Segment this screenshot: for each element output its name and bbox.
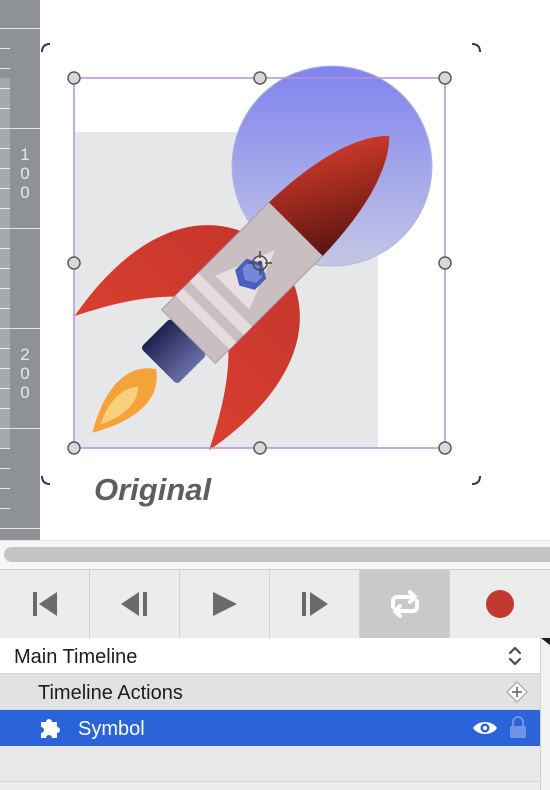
ruler-tick: [0, 88, 10, 89]
ruler-tick: [0, 28, 40, 29]
ruler-tick: [0, 228, 40, 229]
ruler-tick: [0, 48, 10, 49]
app-window: 1 0 0 2 0 0 Original Main Timeline Timel…: [0, 0, 550, 790]
loop-icon: [390, 590, 419, 618]
skip-to-start-icon: [32, 592, 57, 616]
step-forward-button[interactable]: [270, 570, 360, 638]
ruler-tick: [0, 288, 10, 289]
play-button[interactable]: [180, 570, 270, 638]
ruler-tick: [0, 488, 10, 489]
skip-to-start-button[interactable]: [0, 570, 90, 638]
vertical-ruler[interactable]: 1 0 0 2 0 0: [0, 0, 40, 540]
play-icon: [212, 592, 237, 616]
ruler-tick: [0, 108, 10, 109]
ruler-tick: [0, 528, 40, 529]
step-forward-icon: [301, 592, 328, 616]
horizontal-scrollbar[interactable]: [0, 540, 550, 569]
ruler-tick: [0, 168, 10, 169]
ruler-label-100: 1 0 0: [20, 145, 30, 202]
ruler-label-200: 2 0 0: [20, 345, 30, 402]
record-button[interactable]: [450, 570, 550, 638]
timeline-empty-row: [0, 746, 540, 782]
step-backward-icon: [120, 592, 147, 616]
ruler-tick: [0, 68, 10, 69]
lock-icon[interactable]: [509, 715, 527, 739]
eye-icon[interactable]: [472, 719, 498, 737]
ruler-tick: [0, 208, 10, 209]
corner-arrow-icon: [541, 638, 550, 646]
ruler-tick: [0, 128, 40, 129]
timeline-selector[interactable]: Main Timeline: [0, 638, 540, 674]
chevron-updown-icon[interactable]: [506, 644, 524, 668]
timeline-selector-label: Main Timeline: [14, 646, 138, 668]
timeline-row-symbol[interactable]: Symbol: [0, 710, 540, 746]
artboard-caption: Original: [94, 472, 212, 507]
add-action-icon[interactable]: [506, 681, 528, 703]
timeline-scroll-strip[interactable]: [540, 638, 550, 790]
ruler-tick: [0, 148, 10, 149]
loop-button[interactable]: [360, 570, 450, 638]
stage-canvas[interactable]: Original: [40, 0, 550, 540]
ruler-tick: [0, 268, 10, 269]
stage-artwork: [41, 43, 481, 485]
ruler-tick: [0, 388, 10, 389]
playback-toolbar: [0, 569, 550, 639]
ruler-tick: [0, 468, 10, 469]
scrollbar-thumb[interactable]: [4, 547, 550, 562]
ruler-tick: [0, 368, 10, 369]
ruler-tick: [0, 188, 10, 189]
timeline-actions-row[interactable]: Timeline Actions: [0, 674, 540, 710]
record-icon: [486, 590, 514, 618]
symbol-layer-label: Symbol: [78, 718, 145, 740]
ruler-tick: [0, 308, 10, 309]
ruler-tick: [0, 448, 10, 449]
puzzle-piece-icon: [41, 719, 60, 738]
timeline-actions-label: Timeline Actions: [38, 682, 183, 704]
ruler-tick: [0, 348, 10, 349]
ruler-tick: [0, 428, 40, 429]
ruler-tick: [0, 328, 40, 329]
ruler-highlight: [0, 78, 10, 448]
ruler-tick: [0, 248, 10, 249]
ruler-tick: [0, 508, 10, 509]
timeline-panel: Main Timeline Timeline Actions Symbol: [0, 638, 550, 790]
ruler-tick: [0, 408, 10, 409]
step-backward-button[interactable]: [90, 570, 180, 638]
